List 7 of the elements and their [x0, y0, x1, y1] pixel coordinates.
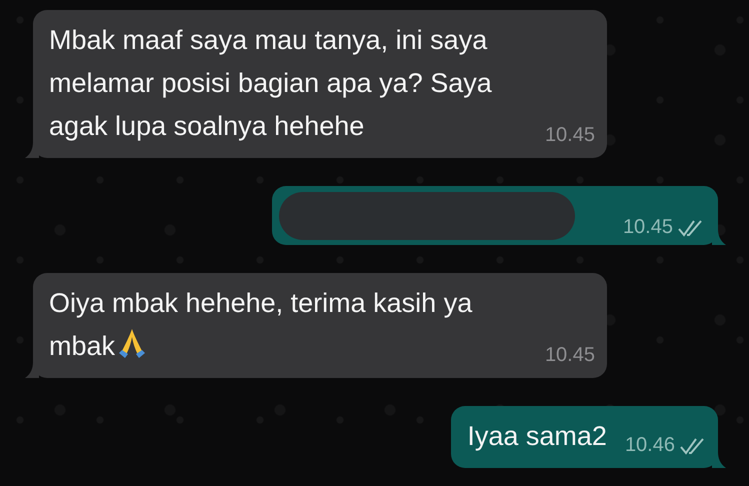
message-time: 10.45 — [622, 216, 673, 239]
message-time: 10.46 — [624, 434, 675, 457]
message-time: 10.45 — [544, 344, 595, 367]
message-text: Iyaa sama2 — [467, 420, 607, 453]
message-text: Mbak maaf saya mau tanya, ini saya melamar posisi bagian apa ya? Saya agak lupa soalnya hehehe — [49, 24, 493, 143]
message-time: 10.45 — [544, 124, 595, 147]
message-text: Oiya mbak hehehe, terima kasih ya mbak — [49, 287, 474, 363]
